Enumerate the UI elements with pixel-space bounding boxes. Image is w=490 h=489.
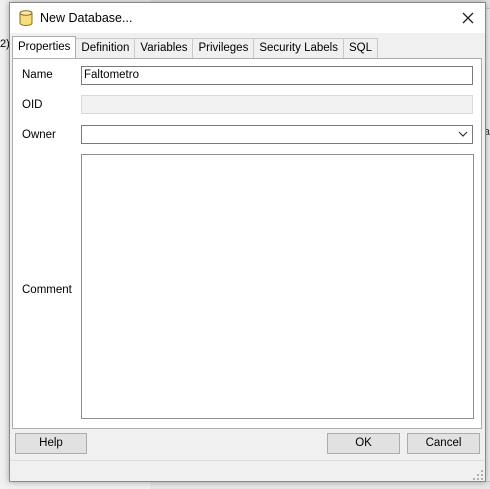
owner-select[interactable] bbox=[81, 125, 473, 144]
dialog-title: New Database... bbox=[40, 11, 133, 25]
tab-sql[interactable]: SQL bbox=[342, 38, 378, 58]
tab-variables[interactable]: Variables bbox=[134, 38, 194, 58]
cancel-button[interactable]: Cancel bbox=[407, 433, 480, 454]
name-label: Name bbox=[22, 69, 53, 81]
tab-definition[interactable]: Definition bbox=[75, 38, 136, 58]
close-button[interactable] bbox=[451, 3, 485, 33]
new-database-dialog: New Database... Properties Definition Va… bbox=[9, 2, 486, 482]
title-bar[interactable]: New Database... bbox=[10, 3, 485, 33]
owner-label: Owner bbox=[22, 129, 56, 141]
oid-label: OID bbox=[22, 99, 43, 111]
tab-bar: Properties Definition Variables Privileg… bbox=[12, 36, 378, 58]
chevron-down-icon[interactable] bbox=[458, 126, 468, 148]
ok-button[interactable]: OK bbox=[327, 433, 400, 454]
properties-panel: Name Faltometro OID Owner Comment bbox=[12, 58, 482, 429]
oid-input bbox=[81, 95, 473, 114]
close-icon bbox=[462, 12, 474, 24]
tab-security-labels[interactable]: Security Labels bbox=[253, 38, 344, 58]
status-bar bbox=[10, 460, 485, 481]
comment-label: Comment bbox=[22, 284, 72, 296]
tab-privileges[interactable]: Privileges bbox=[192, 38, 255, 58]
database-icon bbox=[19, 10, 33, 27]
name-input[interactable]: Faltometro bbox=[81, 66, 473, 85]
help-button[interactable]: Help bbox=[15, 433, 87, 454]
resize-grip-icon[interactable] bbox=[473, 469, 483, 480]
comment-textarea[interactable] bbox=[81, 154, 474, 419]
tab-properties[interactable]: Properties bbox=[12, 36, 77, 58]
